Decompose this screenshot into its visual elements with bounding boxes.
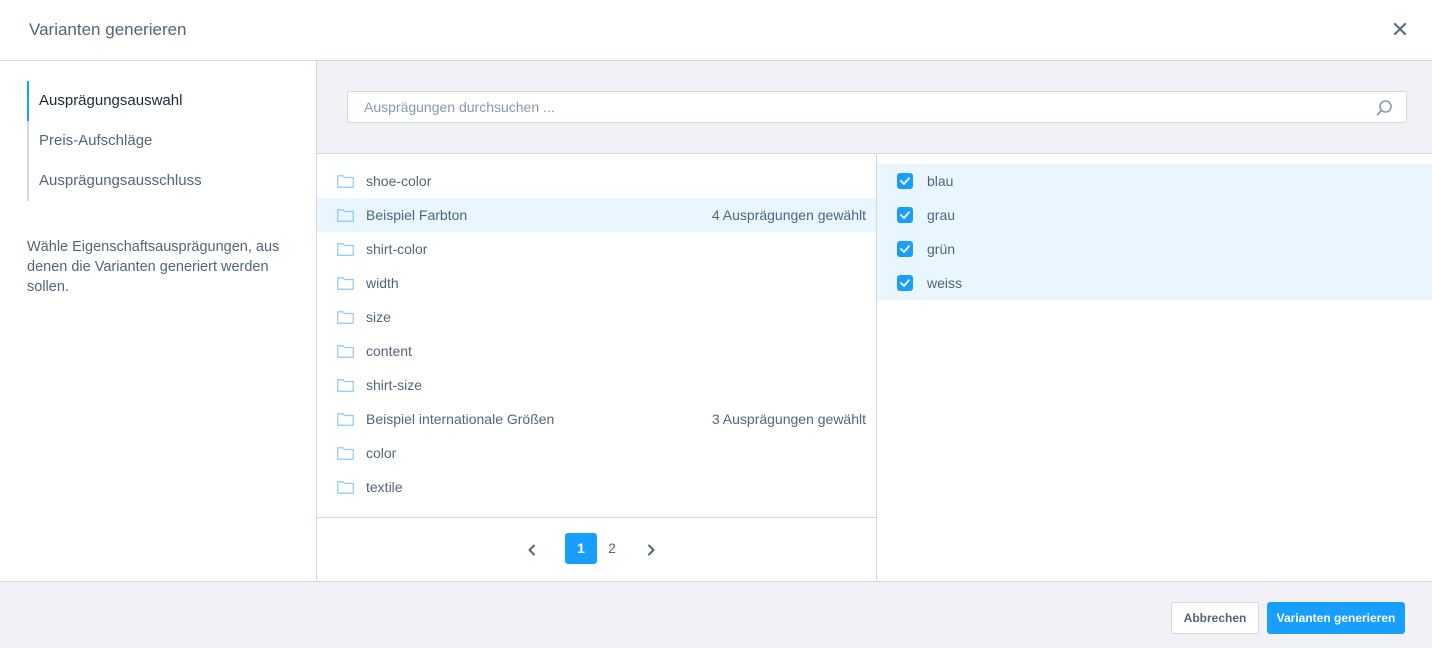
folder-icon <box>337 243 354 256</box>
property-group-row[interactable]: shoe-color <box>317 164 876 198</box>
generate-variants-modal: Varianten generieren Ausprägungsauswahl … <box>0 0 1432 648</box>
sidebar-item-auspraegungsauswahl[interactable]: Ausprägungsauswahl <box>27 81 297 121</box>
property-group-name: Beispiel Farbton <box>366 207 468 223</box>
property-option-label: weiss <box>927 275 963 291</box>
chevron-left-icon[interactable] <box>524 542 540 558</box>
property-option-row[interactable]: weiss <box>877 266 1432 300</box>
property-option-row[interactable]: grau <box>877 198 1432 232</box>
pagination: 1 2 <box>317 517 876 581</box>
check-icon <box>900 279 910 287</box>
folder-icon <box>337 209 354 222</box>
property-group-row[interactable]: color <box>317 436 876 470</box>
checkbox-checked[interactable] <box>897 207 913 223</box>
property-group-row[interactable]: Beispiel internationale Größen 3 Auspräg… <box>317 402 876 436</box>
sidebar-description: Wähle Eigenschaftsausprägungen, aus dene… <box>27 239 280 295</box>
search-icon[interactable] <box>1376 99 1393 116</box>
page-button-2[interactable]: 2 <box>596 533 628 564</box>
property-option-label: grau <box>927 207 956 223</box>
sidebar-item-preis-aufschlaege[interactable]: Preis-Aufschläge <box>29 121 297 161</box>
property-group-row[interactable]: width <box>317 266 876 300</box>
property-group-name: textile <box>366 479 403 495</box>
property-group-row[interactable]: Beispiel Farbton 4 Ausprägungen gewählt <box>317 198 876 232</box>
property-groups-panel: shoe-color Beispiel Farbton 4 Ausprägung… <box>317 154 877 581</box>
folder-icon <box>337 481 354 494</box>
folder-icon <box>337 447 354 460</box>
folder-icon <box>337 277 354 290</box>
check-icon <box>900 211 910 219</box>
modal-title: Varianten generieren <box>29 20 187 39</box>
property-group-name: shirt-size <box>366 377 423 393</box>
page-button-1[interactable]: 1 <box>565 533 597 564</box>
generate-variants-button[interactable]: Varianten generieren <box>1267 602 1405 634</box>
property-group-name: color <box>366 445 397 461</box>
property-group-name: content <box>366 343 412 359</box>
modal-footer: Abbrechen Varianten generieren <box>0 581 1432 648</box>
check-icon <box>900 177 910 185</box>
close-icon[interactable] <box>1390 19 1410 39</box>
folder-icon <box>337 345 354 358</box>
property-group-row[interactable]: shirt-size <box>317 368 876 402</box>
property-group-name: width <box>366 275 399 291</box>
folder-icon <box>337 175 354 188</box>
search-area <box>317 61 1432 154</box>
checkbox-checked[interactable] <box>897 241 913 257</box>
property-group-name: shirt-color <box>366 241 428 257</box>
property-group-name: Beispiel internationale Größen <box>366 411 555 427</box>
property-group-row[interactable]: content <box>317 334 876 368</box>
property-options-panel: blau grau grün weiss <box>877 154 1432 581</box>
property-group-name: size <box>366 309 391 325</box>
property-option-row[interactable]: blau <box>877 164 1432 198</box>
main-content: shoe-color Beispiel Farbton 4 Ausprägung… <box>317 61 1432 581</box>
property-group-row[interactable]: textile <box>317 470 876 504</box>
folder-icon <box>337 311 354 324</box>
sidebar: Ausprägungsauswahl Preis-Aufschläge Ausp… <box>0 61 317 581</box>
property-group-row[interactable]: size <box>317 300 876 334</box>
property-group-count: 3 Ausprägungen gewählt <box>711 411 866 427</box>
property-option-label: blau <box>927 173 954 189</box>
property-option-row[interactable]: grün <box>877 232 1432 266</box>
check-icon <box>900 245 910 253</box>
sidebar-item-auspraegungsausschluss[interactable]: Ausprägungsausschluss <box>29 161 297 201</box>
checkbox-checked[interactable] <box>897 275 913 291</box>
folder-icon <box>337 413 354 426</box>
property-group-list: shoe-color Beispiel Farbton 4 Ausprägung… <box>317 164 876 504</box>
cancel-button[interactable]: Abbrechen <box>1171 602 1259 634</box>
property-group-row[interactable]: shirt-color <box>317 232 876 266</box>
property-group-count: 4 Ausprägungen gewählt <box>711 207 866 223</box>
chevron-right-icon[interactable] <box>643 542 659 558</box>
modal-header: Varianten generieren <box>0 0 1432 61</box>
property-option-list: blau grau grün weiss <box>877 164 1432 300</box>
search-input[interactable] <box>348 92 1406 122</box>
folder-icon <box>337 379 354 392</box>
property-group-name: shoe-color <box>366 173 432 189</box>
checkbox-checked[interactable] <box>897 173 913 189</box>
search-box <box>347 91 1407 123</box>
property-option-label: grün <box>927 241 956 257</box>
sidebar-nav: Ausprägungsauswahl Preis-Aufschläge Ausp… <box>27 81 297 201</box>
